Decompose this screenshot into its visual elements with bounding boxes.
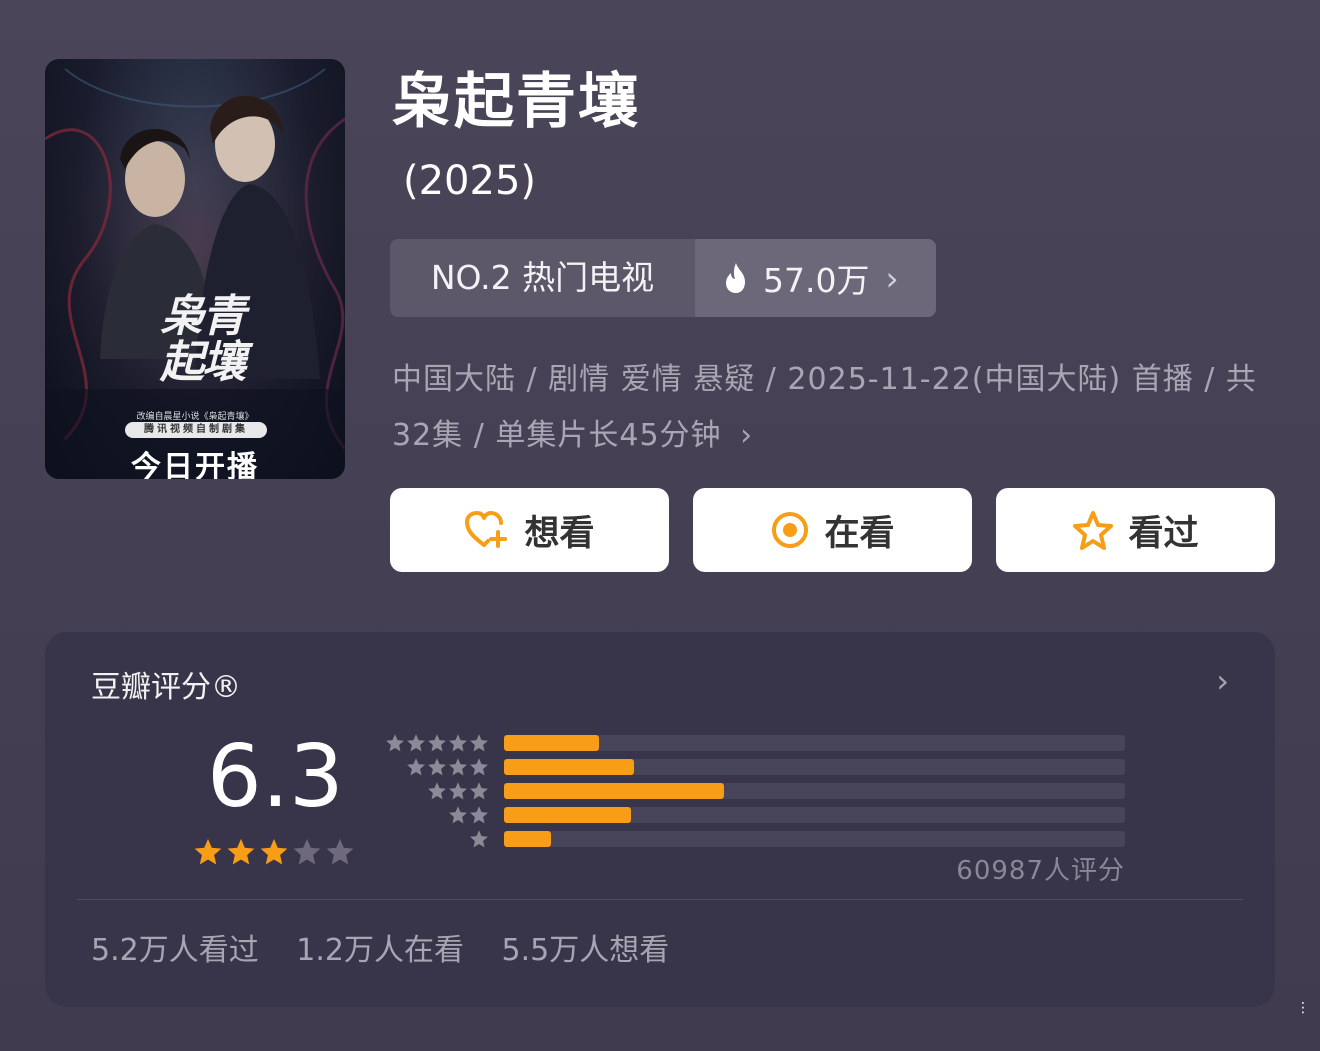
star-icon (449, 806, 467, 824)
bar-fill (504, 783, 725, 799)
star-icon (449, 782, 467, 800)
bar-track (504, 807, 1125, 823)
star-icon (449, 734, 467, 752)
star-filled-icon (227, 838, 255, 865)
rating-row-3-star (381, 781, 1126, 805)
chevron-right-icon: › (740, 418, 754, 453)
rating-row-5-star (381, 733, 1126, 757)
star-icon (407, 758, 425, 776)
star-icon (428, 734, 446, 752)
row-stars (426, 781, 489, 801)
watched-button[interactable]: 看过 (996, 488, 1275, 572)
chevron-right-icon[interactable]: › (1216, 662, 1229, 700)
star-icon (470, 806, 488, 824)
info-line[interactable]: 中国大陆 / 剧情 爱情 悬疑 / 2025-11-22(中国大陆) 首播 / … (392, 352, 1282, 464)
bar-track (504, 831, 1125, 847)
star-empty-icon (326, 838, 354, 865)
rating-row-4-star (381, 757, 1126, 781)
star-icon (428, 782, 446, 800)
rating-distribution (381, 733, 1126, 853)
heart-plus-icon (465, 511, 508, 548)
star-icon (470, 734, 488, 752)
info-text: 中国大陆 / 剧情 爱情 悬疑 / 2025-11-22(中国大陆) 首播 / … (392, 362, 1257, 453)
rating-row-2-star (381, 805, 1126, 829)
bar-fill (504, 735, 599, 751)
divider (77, 899, 1243, 900)
bar-fill (504, 831, 551, 847)
rating-score: 6.3 (207, 727, 344, 827)
star-icon (470, 830, 488, 848)
rank-label: NO.2 热门电视 (430, 258, 655, 297)
hot-index[interactable]: 57.0万 › (695, 239, 936, 317)
rating-count: 60987人评分 (956, 856, 1125, 886)
poster-credit: 改编自晨星小说《枭起青壤》 (136, 412, 254, 422)
page-title: 枭起青壤 (392, 67, 640, 137)
ranking-bar[interactable]: NO.2 热门电视 57.0万 › (390, 239, 936, 317)
bar-fill (504, 807, 632, 823)
star-icon (428, 758, 446, 776)
star-outline-icon (1073, 511, 1114, 550)
stat-watched: 5.2万人看过 (91, 933, 259, 968)
hot-value: 57.0万 (763, 261, 870, 300)
watching-button[interactable]: 在看 (693, 488, 972, 572)
target-circle-icon (772, 512, 809, 548)
row-stars (468, 829, 489, 849)
star-empty-icon (293, 838, 321, 865)
bar-fill (504, 759, 635, 775)
row-stars (384, 733, 489, 753)
poster-today: 今日开播 (131, 450, 259, 479)
row-stars (405, 757, 489, 777)
bar-track (504, 735, 1125, 751)
want-to-watch-label: 想看 (524, 513, 595, 554)
watching-label: 在看 (824, 513, 895, 554)
release-year: (2025) (403, 158, 537, 204)
star-icon (386, 734, 404, 752)
star-icon (470, 782, 488, 800)
poster-calligraphy: 枭青起壤 (160, 291, 246, 388)
star-icon (470, 758, 488, 776)
more-options-icon[interactable]: ⋮ (1296, 1001, 1310, 1015)
want-to-watch-button[interactable]: 想看 (390, 488, 669, 572)
rating-header: 豆瓣评分® (91, 670, 241, 705)
poster-image[interactable]: 枭青起壤 改编自晨星小说《枭起青壤》 腾讯视频自制剧集 今日开播 (45, 59, 345, 479)
watch-stats: 5.2万人看过 1.2万人在看 5.5万人想看 (91, 925, 697, 969)
bar-track (504, 783, 1125, 799)
stat-want: 5.5万人想看 (501, 933, 670, 968)
chevron-right-icon: › (885, 258, 899, 298)
bar-track (504, 759, 1125, 775)
stat-watching: 1.2万人在看 (296, 933, 464, 968)
watched-label: 看过 (1128, 513, 1199, 554)
flame-icon (726, 263, 745, 293)
score-stars (193, 837, 358, 871)
star-filled-icon (194, 838, 222, 865)
star-icon (449, 758, 467, 776)
star-filled-icon (260, 838, 288, 865)
poster-pill: 腾讯视频自制剧集 (125, 422, 267, 438)
star-icon (407, 734, 425, 752)
row-stars (447, 805, 489, 825)
rating-card[interactable]: 豆瓣评分® › 6.3 60987人评分 5.2万人看过 1.2万人在看 5.5… (45, 632, 1275, 1007)
